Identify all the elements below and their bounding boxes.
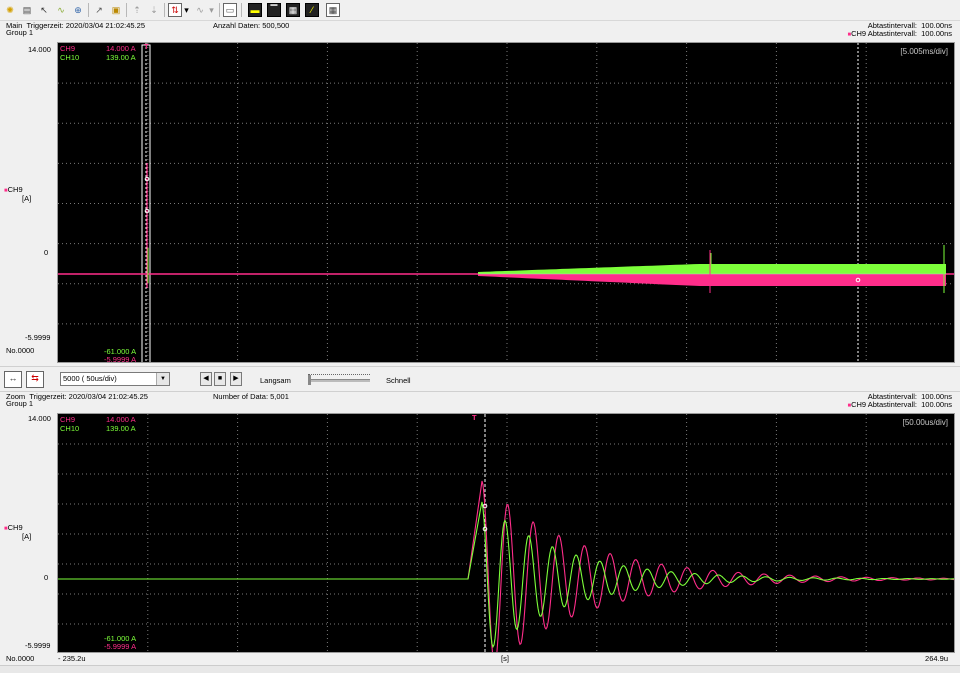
count-value: 5,001 xyxy=(270,392,289,401)
import-icon[interactable]: ⇣ xyxy=(147,3,161,17)
ch10-max: 139.00 A xyxy=(106,53,136,62)
time-div-label: [50.00us/div] xyxy=(902,418,948,427)
ch9-min: -5.9999 A xyxy=(104,642,137,651)
trigger-label: Triggerzeit: xyxy=(29,392,67,401)
prev-button[interactable]: ◀ xyxy=(200,372,212,386)
x-axis-end: 45.0499m xyxy=(914,346,948,355)
axis-channel: CH9 xyxy=(7,185,23,194)
time-div-label: [5.005ms/div] xyxy=(900,47,948,56)
trigger-marker[interactable]: T xyxy=(144,43,149,51)
main-waveform[interactable] xyxy=(58,43,955,363)
export-icon[interactable]: ▣ xyxy=(109,3,123,17)
y-axis-zero: 0 xyxy=(44,248,49,257)
y-axis-top: 14.000 xyxy=(28,45,51,54)
layout4-icon[interactable]: ⁄ xyxy=(305,3,319,17)
zoom-out-icon[interactable]: ↔ xyxy=(4,371,22,388)
import-icon[interactable]: ⇡ xyxy=(130,3,144,17)
ch9-min: -5.9999 A xyxy=(104,355,137,363)
no-label: No.0000 xyxy=(6,654,35,663)
x-axis-end: 264.9u xyxy=(925,654,948,663)
dropdown-icon[interactable]: ▾ xyxy=(207,3,216,17)
y-axis-bottom: -5.9999 xyxy=(25,641,51,650)
main-plot[interactable]: CH9 14.000 A CH10 139.00 A -61.000 A -5.… xyxy=(57,42,955,363)
group-label: Group 1 xyxy=(6,28,34,37)
toolbar: ✺ ▤ ↖ ∿ ⊕ ↗ ▣ ⇡ ⇣ ⇅ ▾ ∿ ▾ ▭ ▬ ▔ ▦ ⁄ ▦ xyxy=(0,0,960,21)
axis-channel: CH9 xyxy=(7,523,23,532)
stop-button[interactable]: ■ xyxy=(214,372,226,386)
zoom-controls: ↔ ⇆ 5000 ( 50us/div) ▼ ◀ ■ ▶ Langsam Schn… xyxy=(0,366,960,392)
speed-slider[interactable] xyxy=(308,379,370,382)
y-axis-bottom: -5.9999 xyxy=(25,333,51,342)
dropdown-icon[interactable]: ▾ xyxy=(182,3,191,17)
trigger-time: 2020/03/04 21:02:45.25 xyxy=(68,392,148,401)
ch9-label: CH9 xyxy=(60,44,76,53)
zoom-select-value: 5000 ( 50us/div) xyxy=(63,374,117,383)
layout1-icon[interactable]: ▬ xyxy=(248,3,262,17)
ch10-envelope xyxy=(478,264,946,274)
layout2-icon[interactable]: ▔ xyxy=(267,3,281,17)
zoom-waveform[interactable] xyxy=(58,414,955,653)
x-axis-unit: [s] xyxy=(501,654,509,663)
axis-unit: [A] xyxy=(22,194,32,203)
slow-label: Langsam xyxy=(260,376,291,385)
axis-unit: [A] xyxy=(22,532,32,541)
ch10-max: 139.00 A xyxy=(106,424,136,433)
speed-slider-handle[interactable] xyxy=(308,375,311,385)
zoom-select[interactable]: 5000 ( 50us/div) ▼ xyxy=(60,372,170,386)
x-axis-start: - 235.2u xyxy=(58,654,86,663)
ch9-max: 14.000 A xyxy=(106,44,136,53)
zoom-in-icon[interactable]: ⇆ xyxy=(26,371,44,388)
zoom-plot[interactable]: CH9 14.000 A CH10 139.00 A -61.000 A -5.… xyxy=(57,413,955,653)
ch9-envelope xyxy=(478,274,946,286)
no-label: No.0000 xyxy=(6,346,35,355)
print-icon[interactable]: ▤ xyxy=(20,3,34,17)
trigger-time: 2020/03/04 21:02:45.25 xyxy=(65,21,146,30)
zoom-panel: Zoom Triggerzeit: 2020/03/04 21:02:45.25… xyxy=(0,392,960,665)
analysis-icon[interactable]: ∿ xyxy=(54,3,68,17)
y-axis-top: 14.000 xyxy=(28,414,51,423)
layout5-icon[interactable]: ▦ xyxy=(326,3,340,17)
signal-icon[interactable]: ✺ xyxy=(3,3,17,17)
ch-sample-value: 100.00ns xyxy=(921,29,952,38)
group-label: Group 1 xyxy=(6,399,34,408)
ch-sample-label: CH9 Abtastintervall: xyxy=(851,29,917,38)
ch10-label: CH10 xyxy=(60,53,80,62)
count-label: Number of Data: xyxy=(213,392,269,401)
measure-icon[interactable]: ↗ xyxy=(92,3,106,17)
ch-sample-label: CH9 Abtastintervall: xyxy=(851,400,917,409)
speed-ticks xyxy=(308,374,370,376)
ch9-label: CH9 xyxy=(60,415,76,424)
count-label: Anzahl Daten: xyxy=(213,21,261,30)
updown-icon[interactable]: ⇅ xyxy=(168,3,182,17)
cursor-icon[interactable]: ↖ xyxy=(37,3,51,17)
y-axis-zero: 0 xyxy=(44,573,49,582)
ch10-label: CH10 xyxy=(60,424,80,433)
trigger-marker[interactable]: T xyxy=(472,414,477,422)
main-panel: Main Triggerzeit: 2020/03/04 21:02:45.25… xyxy=(0,21,960,366)
x-axis-unit: [s] xyxy=(501,346,509,355)
next-button[interactable]: ▶ xyxy=(230,372,242,386)
ch-sample-value: 100.00ns xyxy=(921,400,952,409)
channel-icon[interactable]: ∿ xyxy=(193,3,207,17)
x-axis-start: - 5.0000m xyxy=(58,346,92,355)
fast-label: Schnell xyxy=(386,376,411,385)
chevron-down-icon[interactable]: ▼ xyxy=(156,373,169,385)
count-value: 500,500 xyxy=(262,21,290,30)
display-icon[interactable]: ▭ xyxy=(223,3,237,17)
layout3-icon[interactable]: ▦ xyxy=(286,3,300,17)
ch9-max: 14.000 A xyxy=(106,415,136,424)
zoom-icon[interactable]: ⊕ xyxy=(71,3,85,17)
